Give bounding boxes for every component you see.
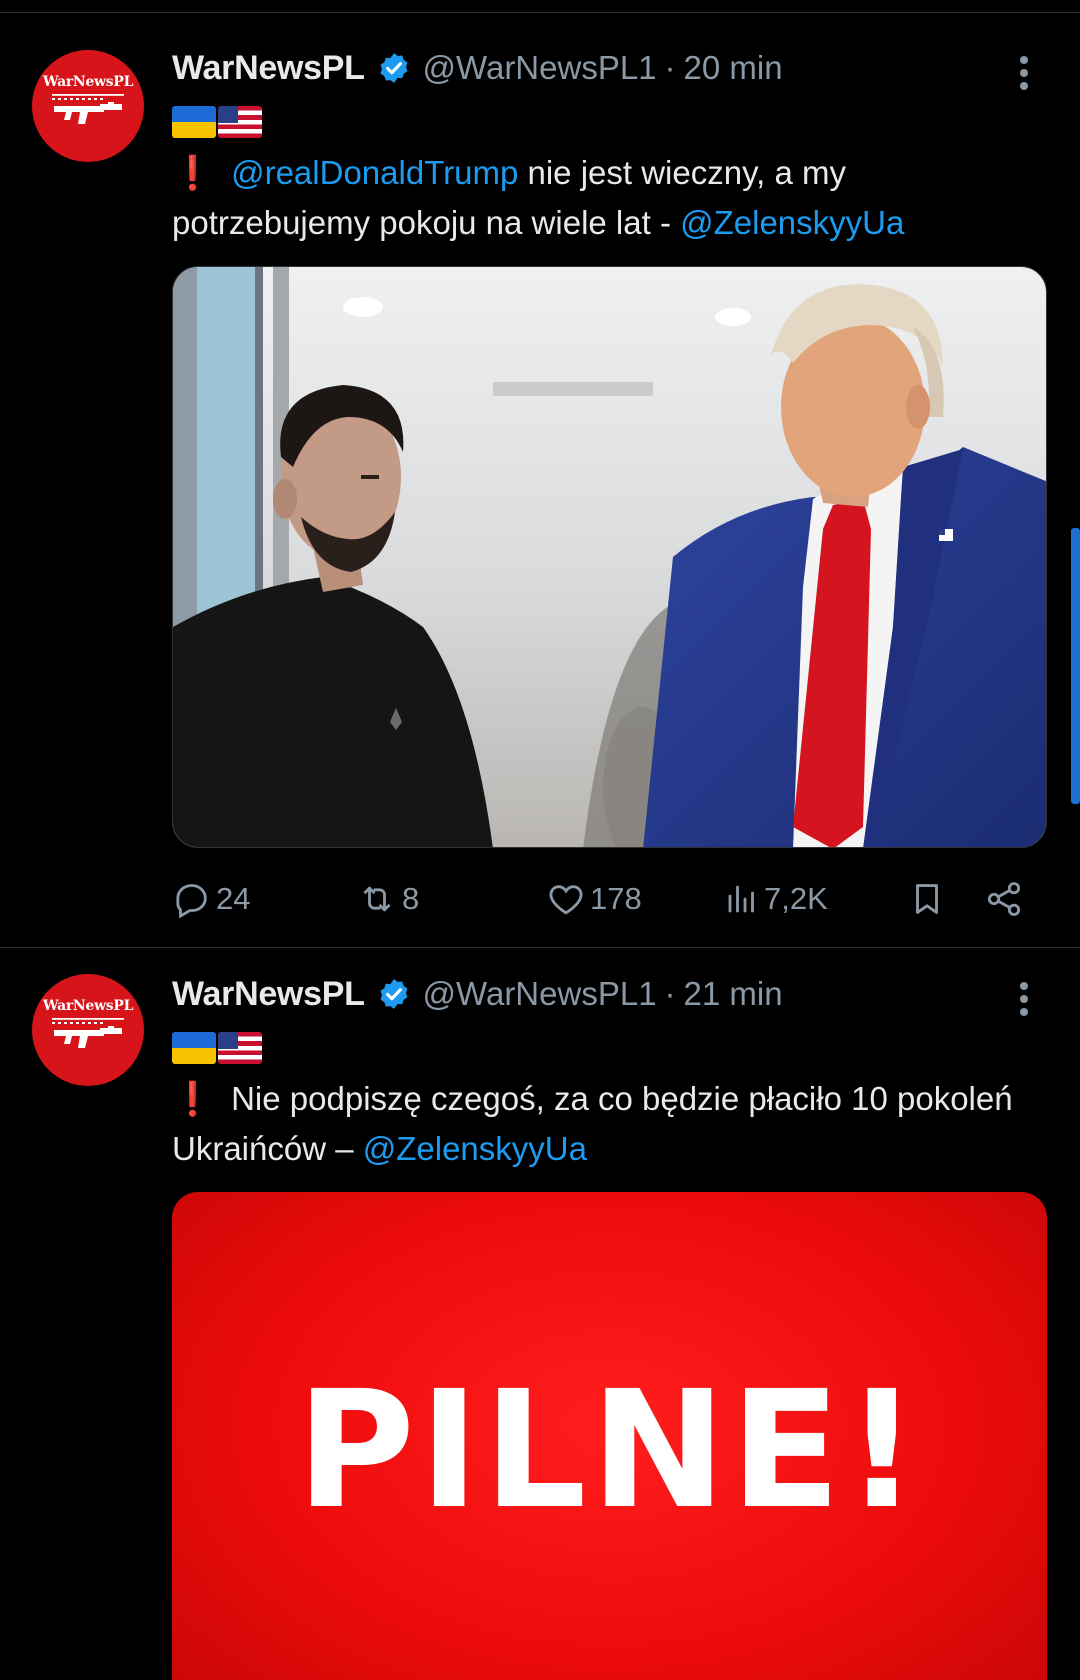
- avatar[interactable]: WarNewsPL: [32, 974, 144, 1086]
- tweet-graphic[interactable]: PILNE!: [172, 1192, 1047, 1680]
- display-name[interactable]: WarNewsPL: [172, 49, 365, 88]
- timestamp[interactable]: 21 min: [684, 975, 783, 1013]
- more-options-icon[interactable]: [1014, 978, 1034, 1018]
- mention-link[interactable]: @ZelenskyyUa: [680, 204, 904, 241]
- reply-icon: [176, 884, 207, 919]
- share-button[interactable]: [984, 874, 1024, 924]
- avatar-logo-text: WarNewsPL: [42, 998, 134, 1014]
- avatar-logo-text: WarNewsPL: [42, 74, 134, 90]
- tweet-actions: 24 8 178 7,2K: [172, 874, 1032, 924]
- flag-emojis: [172, 106, 262, 138]
- tweet-header: WarNewsPL @WarNewsPL1 · 21 min: [172, 972, 783, 1016]
- separator-dot: ·: [664, 975, 676, 1012]
- flag-emojis: [172, 1032, 262, 1064]
- repost-icon: [363, 886, 391, 912]
- heart-icon: [549, 885, 583, 915]
- handle[interactable]: @WarNewsPL1: [423, 975, 657, 1013]
- rifle-icon: [52, 94, 124, 124]
- handle[interactable]: @WarNewsPL1: [423, 49, 657, 87]
- scrollbar-thumb[interactable]: [1071, 528, 1080, 804]
- like-button[interactable]: 178: [546, 874, 642, 924]
- tweet[interactable]: WarNewsPL WarNewsPL @WarNewsPL1 · 20 min…: [0, 0, 1080, 948]
- breaking-headline: PILNE!: [296, 1357, 923, 1545]
- mention-link[interactable]: @ZelenskyyUa: [363, 1130, 587, 1167]
- breaking-news-graphic: PILNE!: [172, 1192, 1047, 1680]
- share-icon: [987, 882, 1021, 916]
- repost-button[interactable]: 8: [356, 874, 419, 924]
- separator-dot: ·: [664, 49, 676, 86]
- tweet-text: ❗ Nie podpiszę czegoś, za co będzie płaci…: [172, 1074, 1032, 1174]
- tweet[interactable]: WarNewsPL WarNewsPL @WarNewsPL1 · 21 min…: [0, 948, 1080, 1680]
- repost-count: 8: [402, 881, 420, 916]
- flag-us-icon: [218, 106, 262, 138]
- rifle-icon: [52, 1018, 124, 1048]
- flag-ua-icon: [172, 106, 216, 138]
- more-options-icon[interactable]: [1014, 52, 1034, 92]
- mention-link[interactable]: @realDonaldTrump: [231, 154, 518, 191]
- tweet-header: WarNewsPL @WarNewsPL1 · 20 min: [172, 46, 783, 90]
- timestamp[interactable]: 20 min: [684, 49, 783, 87]
- alert-icon: ❗: [172, 154, 214, 191]
- flag-ua-icon: [172, 1032, 216, 1064]
- flag-us-icon: [218, 1032, 262, 1064]
- bookmark-button[interactable]: [908, 874, 946, 924]
- reply-count: 24: [216, 881, 251, 916]
- photo-zelensky-trump: [173, 267, 1046, 847]
- bookmark-icon: [916, 884, 938, 914]
- tweet-text-segment: Nie podpiszę czegoś, za co będzie płacił…: [172, 1080, 1013, 1167]
- views-chart-icon: [728, 885, 754, 913]
- tweet-photo[interactable]: [172, 266, 1047, 848]
- avatar[interactable]: WarNewsPL: [32, 50, 144, 162]
- verified-badge-icon: [380, 979, 408, 1009]
- like-count: 178: [590, 881, 642, 916]
- views-count: 7,2K: [764, 881, 828, 916]
- verified-badge-icon: [380, 53, 408, 83]
- alert-icon: ❗: [172, 1080, 214, 1117]
- reply-button[interactable]: 24: [172, 874, 250, 924]
- views-button[interactable]: 7,2K: [724, 874, 828, 924]
- display-name[interactable]: WarNewsPL: [172, 975, 365, 1014]
- tweet-text: ❗ @realDonaldTrump nie jest wieczny, a my…: [172, 148, 1032, 248]
